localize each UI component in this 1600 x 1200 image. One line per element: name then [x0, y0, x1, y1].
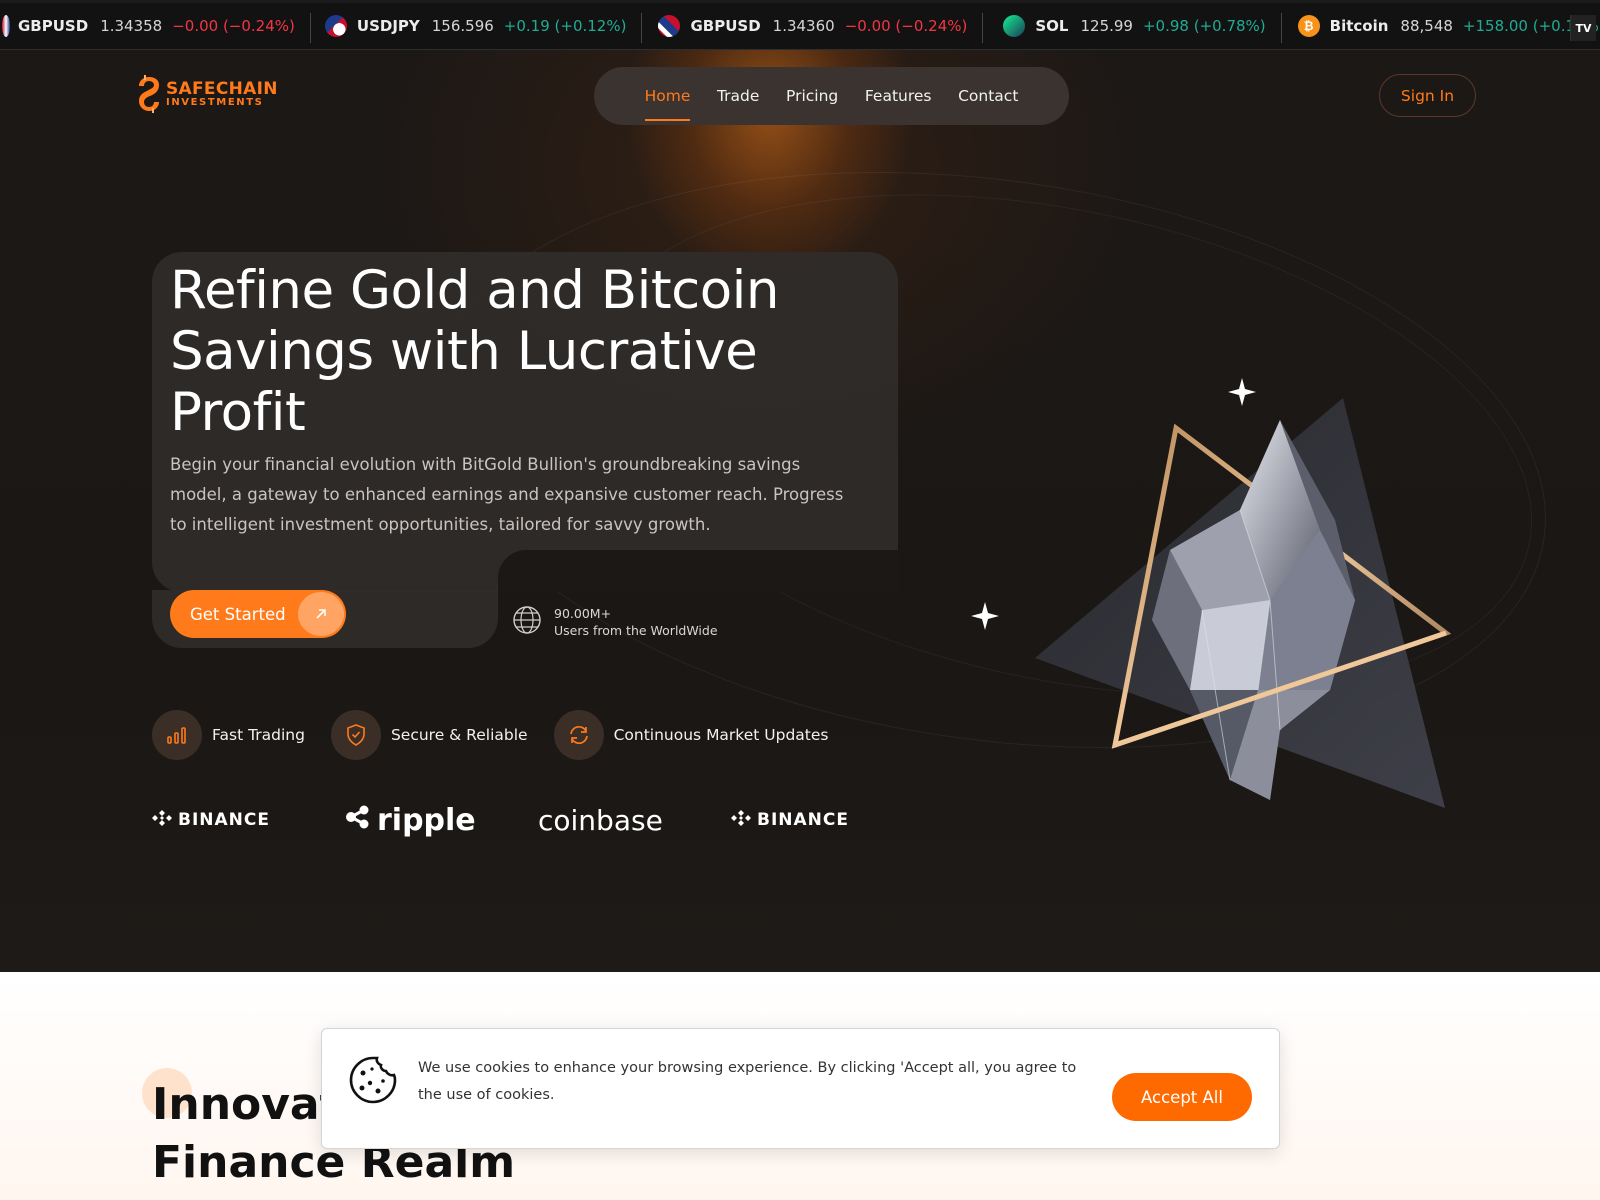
partner-binance: BINANCE — [152, 795, 345, 845]
ticker-change: +0.98 (+0.78%) — [1142, 17, 1266, 35]
feature-list: Fast Trading Secure & Reliable Continuou… — [152, 710, 828, 760]
coinbase-wordmark: coinbase — [538, 803, 663, 837]
sign-in-button[interactable]: Sign In — [1379, 74, 1476, 117]
brand-name: SAFECHAIN — [166, 78, 278, 99]
partner-ripple: ripple — [345, 795, 538, 845]
ripple-wordmark: ripple — [377, 802, 476, 838]
hero-card-notch — [498, 550, 898, 592]
ticker-price: 156.596 — [431, 17, 494, 35]
brand-logo[interactable]: SAFECHAIN INVESTMENTS — [136, 74, 278, 114]
us-jp-flag-icon — [324, 15, 347, 37]
solana-icon — [1003, 15, 1026, 37]
partner-logos: BINANCE ripple coinbase BINANCE — [152, 795, 849, 845]
partner-coinbase: coinbase — [538, 795, 731, 845]
ticker-symbol: GBPUSD — [690, 17, 761, 35]
ticker-symbol: USDJPY — [356, 17, 420, 35]
uk-us-flag-icon — [2, 15, 10, 37]
feature-secure-reliable: Secure & Reliable — [330, 710, 528, 760]
bitcoin-icon: ₿ — [1297, 15, 1320, 37]
ticker-item[interactable]: SOL 125.99 +0.98 (+0.78%) — [983, 3, 1282, 49]
uk-us-flag-icon — [658, 15, 681, 37]
cookie-banner: We use cookies to enhance your browsing … — [321, 1028, 1280, 1149]
users-label: Users from the WorldWide — [554, 623, 718, 638]
hero-title: Refine Gold and Bitcoin Savings with Luc… — [170, 260, 780, 443]
ticker-change: −0.00 (−0.24%) — [172, 17, 295, 35]
shield-check-icon — [330, 710, 381, 760]
arrow-up-right-icon — [298, 592, 344, 636]
feature-market-updates: Continuous Market Updates — [553, 710, 829, 760]
hero-section: SAFECHAIN INVESTMENTS Home Trade Pricing… — [0, 50, 1600, 972]
safechain-logo-icon — [136, 74, 162, 114]
crystal-illustration — [940, 270, 1500, 830]
tradingview-logo[interactable]: TV — [1570, 15, 1596, 41]
feature-label: Continuous Market Updates — [613, 726, 829, 744]
nav-pricing[interactable]: Pricing — [786, 87, 838, 105]
ticker-price: 1.34358 — [100, 17, 163, 35]
brand-tagline: INVESTMENTS — [166, 96, 264, 108]
cookie-message: We use cookies to enhance your browsing … — [418, 1060, 1077, 1103]
ticker-item[interactable]: GBPUSD 1.34360 −0.00 (−0.24%) — [642, 3, 984, 49]
nav-contact[interactable]: Contact — [958, 87, 1018, 105]
ticker-price: 88,548 — [1400, 17, 1453, 35]
ticker-symbol: GBPUSD — [18, 17, 89, 35]
feature-label: Secure & Reliable — [390, 726, 528, 744]
feature-fast-trading: Fast Trading — [152, 710, 305, 760]
nav-features[interactable]: Features — [865, 87, 932, 105]
feature-label: Fast Trading — [212, 726, 305, 744]
market-ticker: GBPUSD 1.34358 −0.00 (−0.24%) USDJPY 156… — [0, 0, 1600, 50]
ticker-price: 125.99 — [1080, 17, 1133, 35]
cookie-icon — [346, 1053, 400, 1107]
binance-icon — [731, 808, 751, 833]
users-stat: 90.00M+ Users from the WorldWide — [512, 605, 718, 639]
section-title-line1: Innovat — [152, 1079, 341, 1130]
ticker-item[interactable]: ₿ Bitcoin 88,548 +158.00 (+0.18% — [1282, 3, 1600, 49]
binance-icon — [152, 808, 172, 833]
main-nav: Home Trade Pricing Features Contact — [594, 67, 1069, 125]
get-started-label: Get Started — [190, 604, 286, 624]
binance-wordmark: BINANCE — [757, 810, 849, 830]
bar-chart-icon — [152, 710, 202, 760]
ticker-item[interactable]: GBPUSD 1.34358 −0.00 (−0.24%) — [0, 3, 311, 49]
ripple-icon — [345, 803, 371, 838]
users-count: 90.00M+ — [554, 606, 612, 621]
binance-wordmark: BINANCE — [178, 810, 270, 830]
get-started-button[interactable]: Get Started — [170, 590, 346, 638]
ticker-symbol: SOL — [1035, 17, 1069, 35]
ticker-price: 1.34360 — [772, 17, 835, 35]
ticker-symbol: Bitcoin — [1329, 17, 1389, 35]
hero-description: Begin your financial evolution with BitG… — [170, 455, 844, 534]
ticker-change: −0.00 (−0.24%) — [844, 17, 968, 35]
nav-trade[interactable]: Trade — [717, 87, 759, 105]
ticker-change: +0.19 (+0.12%) — [503, 17, 627, 35]
ticker-item[interactable]: USDJPY 156.596 +0.19 (+0.12%) — [311, 3, 643, 49]
partner-binance: BINANCE — [731, 795, 849, 845]
globe-icon — [512, 605, 542, 639]
nav-home[interactable]: Home — [644, 87, 690, 121]
refresh-icon — [553, 710, 604, 760]
accept-all-button[interactable]: Accept All — [1112, 1073, 1252, 1121]
